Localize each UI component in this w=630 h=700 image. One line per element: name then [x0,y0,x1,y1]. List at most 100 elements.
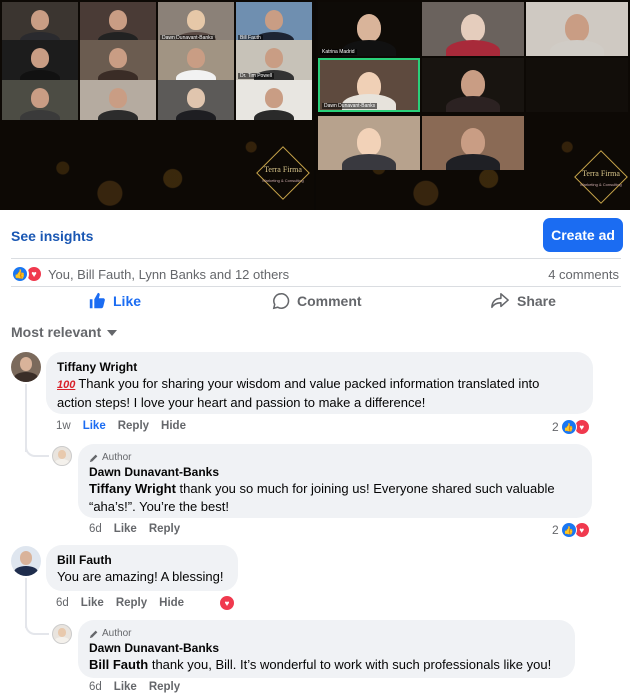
reactions-summary[interactable]: 👍 ♥ You, Bill Fauth, Lynn Banks and 12 o… [0,262,630,288]
reply-time[interactable]: 6d [89,681,102,693]
participant-tile [158,40,234,80]
comment-bubble-icon [272,293,290,310]
love-reaction-icon: ♥ [219,595,235,611]
reply-meta: 6d Like Reply [89,523,180,535]
logo-text: Terra Firma [582,169,620,178]
zoom-gallery-right: Katrina Madrid Dawn Dunavant-Banks Terra… [316,0,630,210]
reply-text: Bill Fauth thank you, Bill. It’s wonderf… [89,657,552,672]
pencil-icon [89,630,98,638]
zoom-gallery-left: Dawn Dunavant-Banks Bill Fauth Dr. Tim P… [0,0,314,210]
logo-subtext: Marketing & Consulting [580,182,622,187]
comment-text: You are amazing! A blessing! [57,569,224,584]
avatar[interactable] [11,352,41,382]
reaction-names[interactable]: You, Bill Fauth, Lynn Banks and 12 other… [48,267,289,282]
reply-time[interactable]: 6d [89,523,102,535]
participant-tile [236,80,312,120]
comment-meta: 1w Like Reply Hide [56,420,186,432]
reply-meta: 6d Like Reply [89,681,180,693]
comment-author[interactable]: Tiffany Wright [57,359,582,375]
avatar[interactable] [11,546,41,576]
reply-author[interactable]: Dawn Dunavant-Banks [89,640,564,656]
post-actions-bar: Like Comment Share [0,288,630,318]
participant-tile [2,40,78,80]
participant-tile: Dawn Dunavant-Banks [158,2,234,42]
share-label: Share [517,293,556,309]
comment-label: Comment [297,293,362,309]
comment-reply-button[interactable]: Reply [116,597,147,609]
thread-connector [25,618,49,635]
comment-meta: 6d Like Reply Hide [56,597,184,609]
caret-down-icon [107,330,118,336]
reply-reply-button[interactable]: Reply [149,523,180,535]
participant-tile [422,2,524,56]
create-ad-button[interactable]: Create ad [543,218,623,252]
like-reaction-icon: 👍 [560,419,577,435]
reply-bubble: Author Dawn Dunavant-Banks Bill Fauth th… [78,620,575,678]
comments-count[interactable]: 4 comments [548,267,619,282]
participant-tile-active: Dawn Dunavant-Banks [318,58,420,112]
comment-like-button[interactable]: Like [83,420,106,432]
author-badge: Author [89,627,564,640]
participant-tile [422,58,524,112]
comment-time[interactable]: 6d [56,597,69,609]
thumbs-up-icon [89,292,105,309]
comment-like-button[interactable]: Like [81,597,104,609]
divider [11,258,621,259]
thread-connector [25,440,49,457]
comment-sort-dropdown[interactable]: Most relevant [11,324,118,340]
comment-time[interactable]: 1w [56,420,71,432]
participant-tile: Katrina Madrid [318,2,420,56]
comment-reply-button[interactable]: Reply [118,420,149,432]
pencil-icon [89,454,98,462]
comment-bubble: Tiffany Wright 100 Thank you for sharing … [46,352,593,414]
comment-button[interactable]: Comment [272,292,362,310]
like-label: Like [113,293,142,309]
share-button[interactable]: Share [490,292,556,310]
reply-reactions[interactable]: 2 👍 ♥ [552,522,590,538]
comment-bubble: Bill Fauth You are amazing! A blessing! [46,545,238,591]
reply-like-button[interactable]: Like [114,681,137,693]
comment-text-line2: action steps! I love your heart and pass… [57,395,426,410]
reply-reaction-count: 2 [552,523,559,537]
reply-like-button[interactable]: Like [114,523,137,535]
participant-tile [422,116,524,170]
comment-reaction-count: 2 [552,420,559,434]
reply-text: Tiffany Wright thank you so much for joi… [89,481,555,496]
like-button[interactable]: Like [88,292,141,310]
participant-tile [2,80,78,120]
sort-label: Most relevant [11,324,102,340]
logo-subtext: Marketing & Consulting [262,178,304,183]
logo-text: Terra Firma [264,165,302,174]
avatar[interactable] [52,624,72,644]
participant-tile [526,2,628,56]
participant-tile [318,116,420,170]
participant-tile [158,80,234,120]
mention-link[interactable]: Tiffany Wright [89,481,176,496]
author-badge: Author [89,451,581,464]
comment-text: 100 Thank you for sharing your wisdom and… [57,376,540,391]
divider [11,286,621,287]
reply-author[interactable]: Dawn Dunavant-Banks [89,464,581,480]
comment-reactions[interactable]: ♥ [219,595,235,611]
participant-tile: Bill Fauth [236,2,312,42]
comment-reactions[interactable]: 2 👍 ♥ [552,419,590,435]
post-insights-row: See insights Create ad [0,210,630,260]
post-image[interactable]: Dawn Dunavant-Banks Bill Fauth Dr. Tim P… [0,0,630,210]
avatar[interactable] [52,446,72,466]
comment-author[interactable]: Bill Fauth [57,552,227,568]
participant-tile [80,80,156,120]
reply-reply-button[interactable]: Reply [149,681,180,693]
comment-hide-button[interactable]: Hide [161,420,186,432]
reply-text-line2: “aha’s!”. You’re the best! [89,499,229,514]
see-insights-link[interactable]: See insights [11,228,93,244]
participant-tile [80,2,156,42]
comment-hide-button[interactable]: Hide [159,597,184,609]
share-arrow-icon [491,293,509,309]
like-reaction-icon: 👍 [560,522,577,538]
hundred-points-icon: 100 [57,379,76,391]
participant-tile [526,58,628,112]
mention-link[interactable]: Bill Fauth [89,657,148,672]
reply-bubble: Author Dawn Dunavant-Banks Tiffany Wrigh… [78,444,592,518]
reaction-icons: 👍 ♥ [11,265,45,285]
participant-tile [2,2,78,42]
